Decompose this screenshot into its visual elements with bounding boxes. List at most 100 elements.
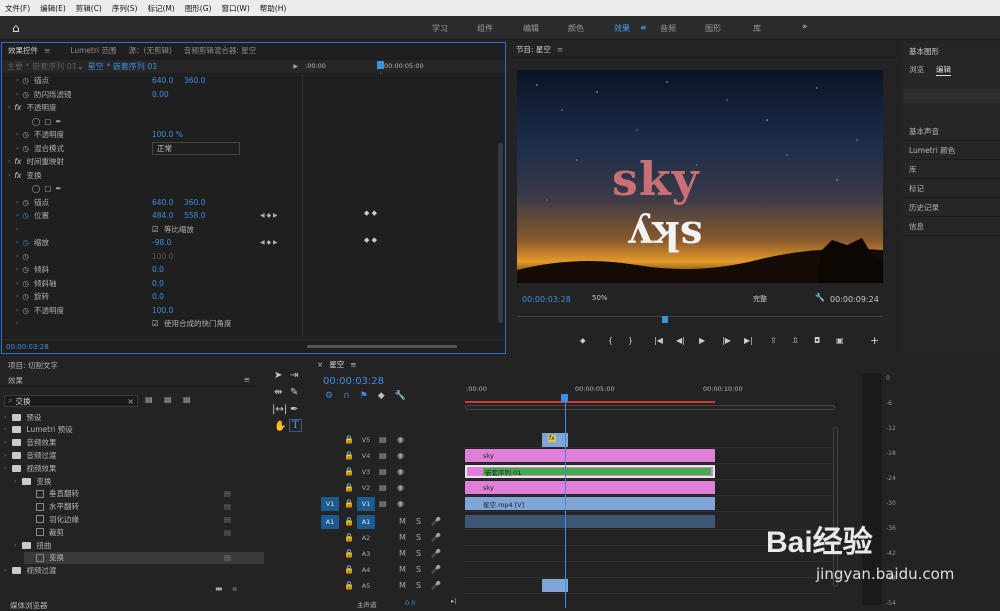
source-patch[interactable]: V1 <box>321 497 339 511</box>
delete-icon[interactable]: ▪ <box>232 584 237 593</box>
fx-property-row[interactable]: ›fx不透明度↺ <box>2 101 302 115</box>
program-timecode[interactable]: 00:00:03:28 <box>522 295 571 304</box>
expand-icon[interactable]: › <box>14 478 16 485</box>
accelerated-icon[interactable]: ▤ <box>164 395 172 404</box>
panel-tab[interactable]: 标记 <box>903 179 1000 198</box>
fx-property-row[interactable]: ›◷不透明度100.0 %↺ <box>2 128 302 142</box>
effects-tree-item[interactable]: 变换 ▤ <box>24 551 264 564</box>
mic-icon[interactable]: 🎤 <box>431 517 441 526</box>
eye-icon[interactable]: ◉ <box>397 467 404 476</box>
stopwatch-icon[interactable]: ◷ <box>22 198 29 207</box>
pen-mask-icon[interactable]: ✒ <box>55 117 61 126</box>
lock-icon[interactable]: 🔒 <box>344 549 354 558</box>
expand-icon[interactable]: › <box>8 104 10 111</box>
snap-icon[interactable]: ∩ <box>343 391 350 401</box>
new-folder-icon[interactable]: ▬ <box>215 584 223 593</box>
play-only-icon[interactable]: ▶ <box>293 63 298 70</box>
fx-property-row[interactable]: ›◷100.0↺ <box>2 250 302 264</box>
fx-tab[interactable]: 效果控件 <box>2 45 44 56</box>
slip-tool-icon[interactable]: |↔| <box>272 404 287 415</box>
lock-icon[interactable]: 🔒 <box>344 581 354 590</box>
panel-tab[interactable]: 历史记录 <box>903 198 1000 217</box>
fx-property-row[interactable]: ◯▢✒↺ <box>2 182 302 196</box>
effects-tree-item[interactable]: › 扭曲 <box>14 539 51 551</box>
menu-item[interactable]: 标记(M) <box>142 3 179 14</box>
home-icon[interactable]: ⌂ <box>12 21 20 35</box>
expand-icon[interactable]: › <box>4 465 6 472</box>
work-area-bar[interactable] <box>465 401 715 403</box>
panel-tab[interactable]: Lumetri 颜色 <box>903 141 1000 160</box>
checkbox[interactable]: ☑ <box>152 319 159 328</box>
sequence-tab[interactable]: 星空 <box>329 359 344 370</box>
track-target[interactable]: V2 <box>357 481 375 495</box>
expand-icon[interactable]: › <box>16 145 18 152</box>
fx-property-row[interactable]: ›fx变换↺ <box>2 169 302 183</box>
eye-icon[interactable]: ◉ <box>397 499 404 508</box>
add-marker-button[interactable]: ⬥ <box>580 336 586 346</box>
stopwatch-icon[interactable]: ◷ <box>22 130 29 139</box>
expand-icon[interactable] <box>16 185 18 192</box>
track-target[interactable]: V1 <box>357 497 375 511</box>
master-end-icon[interactable]: ▸| <box>451 597 456 605</box>
expand-icon[interactable]: › <box>16 91 18 98</box>
fx-badge-icon[interactable]: fx <box>14 171 21 180</box>
expand-icon[interactable]: › <box>16 307 18 314</box>
fx-property-row[interactable]: ›◷锚点640.0360.0↺ <box>2 74 302 88</box>
panel-tab[interactable]: 库 <box>903 160 1000 179</box>
v2-clip-sky[interactable]: sky <box>465 481 715 494</box>
stopwatch-icon[interactable]: ◷ <box>22 265 29 274</box>
expand-icon[interactable]: › <box>16 293 18 300</box>
razor-tool-icon[interactable]: ✎ <box>290 387 298 398</box>
yuv-icon[interactable]: ▤ <box>183 395 191 404</box>
track-target[interactable]: A1 <box>357 515 375 529</box>
effects-tree-item[interactable]: 水平翻转 ▤ <box>24 501 231 513</box>
property-value-1[interactable]: 0.00 <box>152 90 169 99</box>
expand-icon[interactable]: › <box>14 542 16 549</box>
expand-icon[interactable]: › <box>16 212 18 219</box>
menu-icon[interactable]: ≡ <box>557 45 563 54</box>
mic-icon[interactable]: 🎤 <box>431 565 441 574</box>
track-target[interactable]: V4 <box>357 449 375 463</box>
effects-tree-item[interactable]: › 变换 <box>14 475 51 487</box>
panel-tab[interactable]: 信息 <box>903 217 1000 236</box>
lock-icon[interactable]: 🔒 <box>344 451 354 460</box>
more-workspaces-button[interactable]: » <box>802 22 808 32</box>
mute-button[interactable]: M <box>399 533 406 542</box>
clear-search-icon[interactable]: × <box>127 397 134 406</box>
track-target[interactable]: V5 <box>357 433 375 447</box>
solo-button[interactable]: S <box>416 533 421 542</box>
workspace-tab[interactable]: 图形 <box>705 23 721 34</box>
fx-property-row[interactable]: ◯▢✒↺ <box>2 115 302 129</box>
camera-icon[interactable]: ◘ <box>814 336 820 345</box>
step-forward-button[interactable]: |▶ <box>722 336 731 345</box>
keyframe-nav-icon[interactable]: ◀ ◆ ▶ <box>260 239 278 246</box>
expand-icon[interactable]: › <box>16 320 18 327</box>
menu-icon[interactable]: ≡ <box>244 375 250 384</box>
expand-icon[interactable]: › <box>16 280 18 287</box>
workspace-tab[interactable]: 颜色 <box>568 23 584 34</box>
property-value-1[interactable]: 0.0 <box>152 279 164 288</box>
effects-tree-item[interactable]: › 音频效果 <box>4 437 56 449</box>
source-patch[interactable]: A1 <box>321 515 339 529</box>
expand-icon[interactable]: › <box>16 253 18 260</box>
workspace-tab[interactable]: 库 <box>753 23 761 34</box>
ellipse-mask-icon[interactable]: ◯ <box>32 184 40 193</box>
keyframe-diamond[interactable]: ◆ ◆ <box>364 209 377 217</box>
compare-button[interactable]: ▣ <box>836 336 844 345</box>
expand-icon[interactable]: › <box>8 172 10 179</box>
sync-lock-icon[interactable]: ▤ <box>379 483 387 492</box>
expand-icon[interactable]: › <box>16 266 18 273</box>
master-value[interactable]: 0.0 <box>405 599 415 607</box>
chevron-down-icon[interactable]: ⌄ <box>77 62 84 71</box>
program-playhead[interactable] <box>662 316 668 323</box>
keyframe-diamond[interactable]: ◆ ◆ <box>364 236 377 244</box>
mic-icon[interactable]: 🎤 <box>431 549 441 558</box>
mute-button[interactable]: M <box>399 565 406 574</box>
lift-button[interactable]: ⇪ <box>770 336 777 345</box>
solo-button[interactable]: S <box>416 549 421 558</box>
menu-item[interactable]: 文件(F) <box>0 3 35 14</box>
stopwatch-icon[interactable]: ◷ <box>22 211 29 220</box>
rect-mask-icon[interactable]: ▢ <box>44 184 51 193</box>
property-value-1[interactable]: 484.0 <box>152 211 173 220</box>
property-value-1[interactable]: 640.0 <box>152 198 173 207</box>
